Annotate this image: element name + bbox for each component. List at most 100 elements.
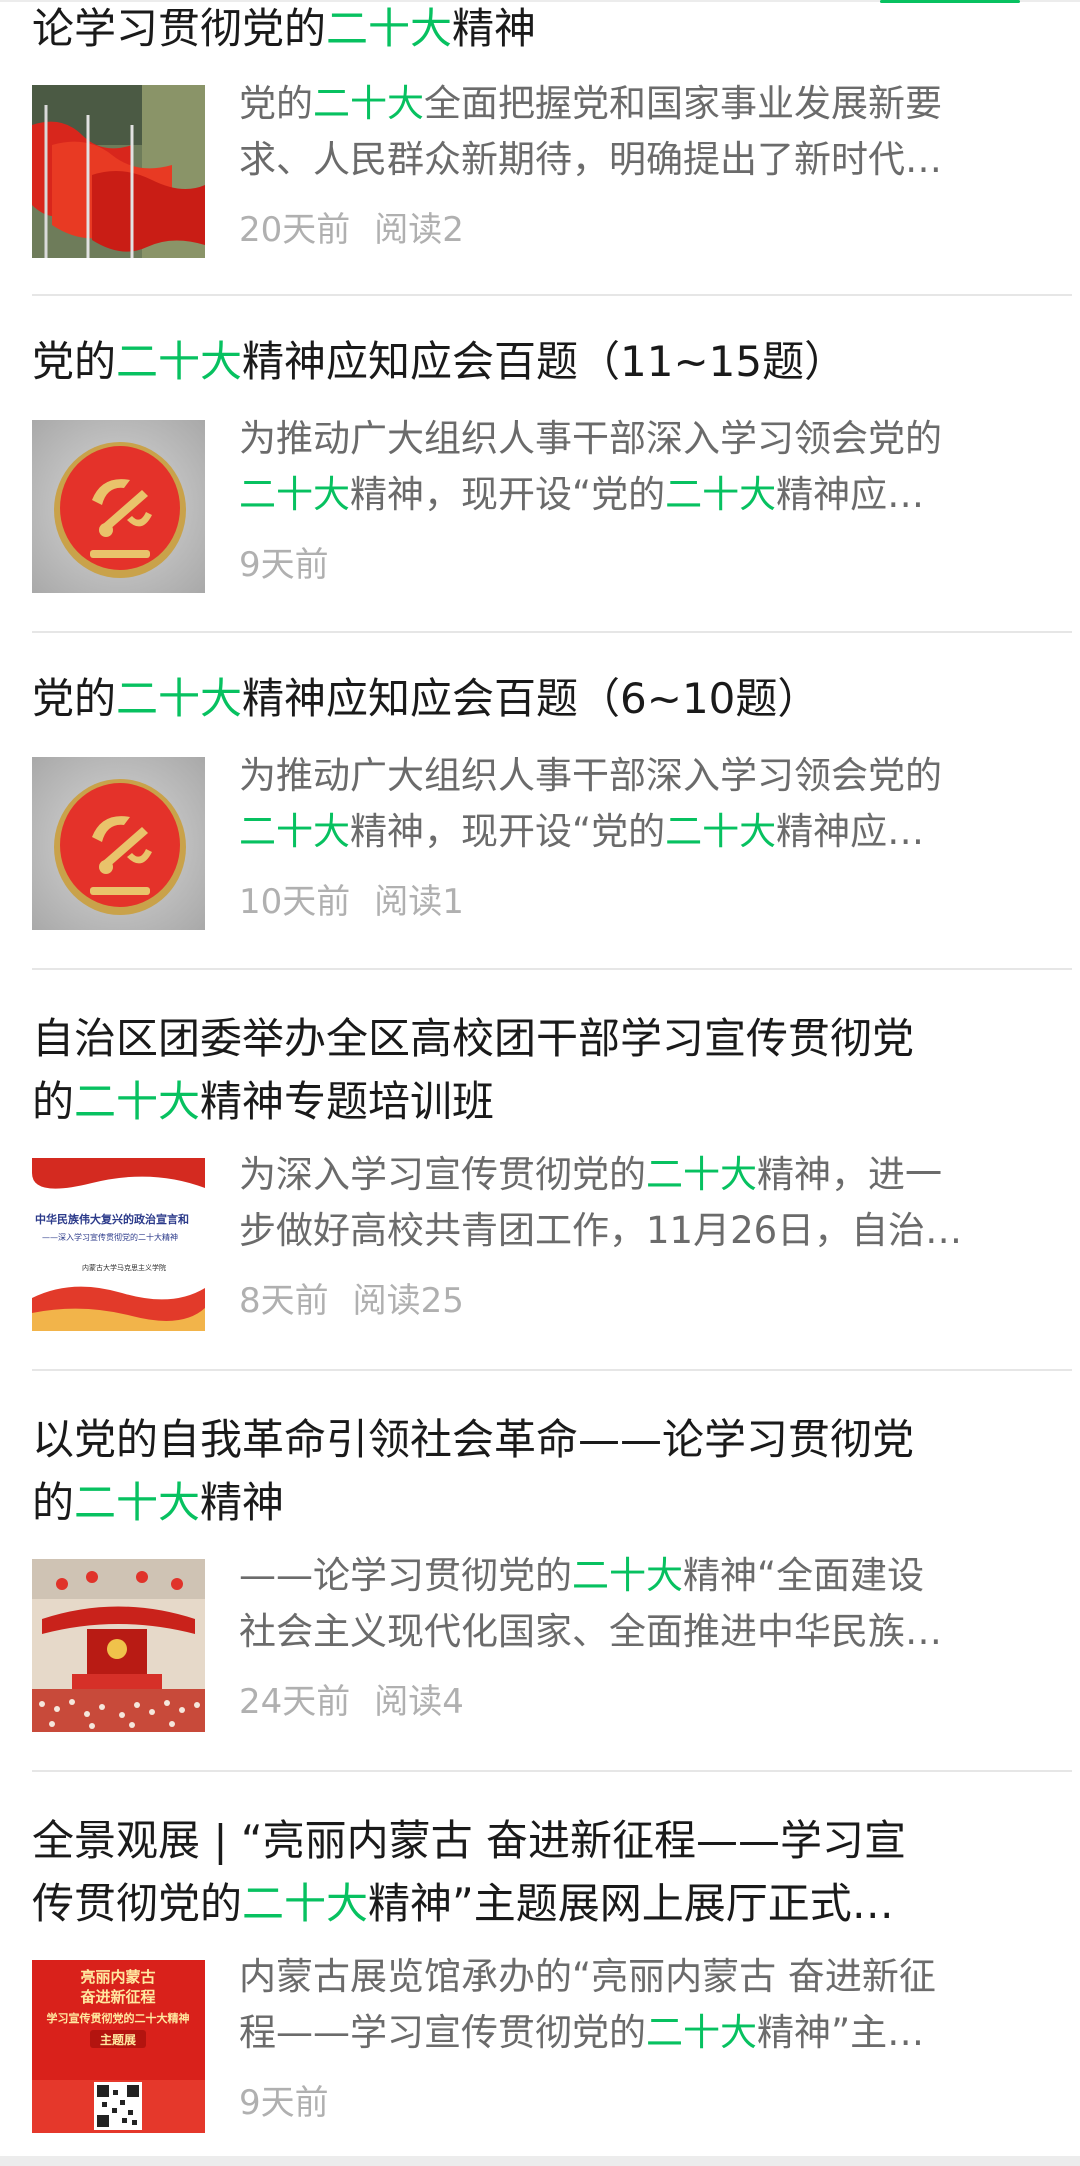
article-reads: 阅读1 (374, 882, 464, 922)
text-segment: 的 (32, 1077, 75, 1126)
keyword-highlight: 二十大 (116, 337, 243, 386)
text-line: 的二十大精神 (32, 1471, 1022, 1534)
text-line: 以党的自我革命引领社会革命——论学习贯彻党 (32, 1408, 1022, 1471)
keyword-highlight: 二十大 (665, 473, 777, 516)
text-line: 为推动广大组织人事干部深入学习领会党的 (239, 411, 1054, 467)
article-time: 9天前 (239, 2083, 329, 2123)
text-line: 内蒙古展览馆承办的“亮丽内蒙古 奋进新征 (239, 1949, 1054, 2005)
article-summary: 内蒙古展览馆承办的“亮丽内蒙古 奋进新征程——学习宣传贯彻党的二十大精神”主… (239, 1949, 1054, 2061)
svg-text:中华民族伟大复兴的政治宣言和: 中华民族伟大复兴的政治宣言和 (35, 1212, 189, 1226)
text-segment: 内蒙古展览馆承办的“亮丽内蒙古 奋进新征 (239, 1955, 936, 1998)
article-title[interactable]: 党的二十大精神应知应会百题（11~15题） (32, 330, 1022, 393)
text-segment: 以党的自我革命引领社会革命——论学习贯彻党 (32, 1415, 915, 1464)
article-meta: 8天前 阅读25 (239, 1276, 464, 1326)
slide-thumbnail[interactable]: 中华民族伟大复兴的政治宣言和 ——深入学习宣传贯彻党的二十大精神 内蒙古大学马克… (32, 1158, 205, 1331)
text-segment: 精神”主题展网上展厅正式… (368, 1879, 894, 1928)
text-segment: 党的 (32, 337, 117, 386)
text-segment: 全景观展 | “亮丽内蒙古 奋进新征程——学习宣 (32, 1816, 906, 1865)
text-segment: 为推动广大组织人事干部深入学习领会党的 (239, 417, 942, 460)
text-line: 论学习贯彻党的二十大精神 (32, 0, 1022, 60)
article-summary: 为深入学习宣传贯彻党的二十大精神，进一步做好高校共青团工作，11月26日，自治… (239, 1147, 1054, 1259)
text-segment: 为推动广大组织人事干部深入学习领会党的 (239, 754, 942, 797)
article-title[interactable]: 论学习贯彻党的二十大精神 (32, 0, 1022, 60)
text-segment: 精神，进一 (757, 1153, 942, 1196)
keyword-highlight: 二十大 (665, 810, 777, 853)
article-item[interactable]: 论学习贯彻党的二十大精神 党的二十大全面把握党和国家事业发展新要 求、人民群众新期… (32, 0, 1072, 290)
text-line: 步做好高校共青团工作，11月26日，自治… (239, 1203, 1054, 1259)
text-segment: 党的 (32, 674, 117, 723)
keyword-highlight: 二十大 (116, 674, 243, 723)
text-segment: 精神，现开设“党的 (350, 810, 666, 853)
article-time: 9天前 (239, 545, 329, 585)
red-flags-thumbnail[interactable] (32, 85, 205, 258)
party-badge-thumbnail[interactable] (32, 757, 205, 930)
text-segment: 精神专题培训班 (200, 1077, 495, 1126)
article-item[interactable]: 自治区团委举办全区高校团干部学习宣传贯彻党 的二十大精神专题培训班 中华民族伟大复… (32, 970, 1072, 1369)
text-line: 二十大精神，现开设“党的二十大精神应… (239, 804, 1054, 860)
article-time: 20天前 (239, 210, 351, 250)
party-badge-thumbnail[interactable] (32, 420, 205, 593)
article-summary: 为推动广大组织人事干部深入学习领会党的二十大精神，现开设“党的二十大精神应… (239, 748, 1054, 860)
text-segment: 党的 (239, 82, 313, 125)
svg-text:主题展: 主题展 (100, 2032, 136, 2047)
article-meta: 9天前 (239, 2078, 353, 2128)
article-summary: 为推动广大组织人事干部深入学习领会党的 二十大精神，现开设“党的二十大精神应… (239, 411, 1054, 523)
text-segment: 精神应知应会百题（6~10题） (242, 674, 820, 723)
text-segment: 传贯彻党的 (32, 1879, 243, 1928)
text-line: 的二十大精神专题培训班 (32, 1070, 1022, 1133)
article-meta: 24天前 阅读4 (239, 1677, 464, 1727)
text-segment: 精神 (452, 4, 537, 53)
keyword-highlight: 二十大 (646, 1153, 757, 1196)
article-title[interactable]: 自治区团委举办全区高校团干部学习宣传贯彻党 的二十大精神专题培训班 (32, 1007, 1022, 1133)
text-line: 传贯彻党的二十大精神”主题展网上展厅正式… (32, 1872, 1022, 1935)
text-segment: 精神应知应会百题（11~15题） (242, 337, 847, 386)
text-line: 社会主义现代化国家、全面推进中华民族… (239, 1604, 1054, 1660)
text-segment: 精神 (200, 1478, 285, 1527)
text-segment: 精神“全面建设 (683, 1554, 925, 1597)
text-line: 党的二十大精神应知应会百题（11~15题） (32, 330, 1022, 393)
svg-text:学习宣传贯彻党的二十大精神: 学习宣传贯彻党的二十大精神 (47, 2011, 190, 2025)
text-segment: 自治区团委举办全区高校团干部学习宣传贯彻党 (32, 1014, 915, 1063)
article-title[interactable]: 全景观展 | “亮丽内蒙古 奋进新征程——学习宣 传贯彻党的二十大精神”主题展网上… (32, 1809, 1022, 1935)
congress-hall-thumbnail[interactable] (32, 1559, 205, 1732)
article-summary: 党的二十大全面把握党和国家事业发展新要求、人民群众新期待，明确提出了新时代… (239, 76, 1054, 188)
article-title[interactable]: 以党的自我革命引领社会革命——论学习贯彻党 的二十大精神 (32, 1408, 1022, 1534)
text-segment: 全面把握党和国家事业发展新要 (424, 82, 942, 125)
article-time: 8天前 (239, 1281, 329, 1321)
article-item[interactable]: 党的二十大精神应知应会百题（6~10题） 为推动广大组织人事干部深入学习领会党的… (32, 633, 1072, 967)
article-summary: ——论学习贯彻党的二十大精神“全面建设 社会主义现代化国家、全面推进中华民族… (239, 1548, 1054, 1660)
text-segment: 步做好高校共青团工作，11月26日，自治… (239, 1209, 963, 1252)
article-time: 24天前 (239, 1682, 351, 1722)
text-line: 程——学习宣传贯彻党的二十大精神”主… (239, 2005, 1054, 2061)
text-segment: 程——学习宣传贯彻党的 (239, 2011, 646, 2054)
article-item[interactable]: 全景观展 | “亮丽内蒙古 奋进新征程——学习宣 传贯彻党的二十大精神”主题展网上… (32, 1772, 1072, 2156)
text-line: 全景观展 | “亮丽内蒙古 奋进新征程——学习宣 (32, 1809, 1022, 1872)
keyword-highlight: 二十大 (572, 1554, 683, 1597)
keyword-highlight: 二十大 (313, 82, 424, 125)
text-segment: ——论学习贯彻党的 (239, 1554, 572, 1597)
text-line: 为推动广大组织人事干部深入学习领会党的 (239, 748, 1054, 804)
svg-text:奋进新征程: 奋进新征程 (79, 1988, 155, 2006)
keyword-highlight: 二十大 (74, 1478, 201, 1527)
text-segment: 求、人民群众新期待，明确提出了新时代… (239, 138, 942, 181)
svg-text:内蒙古大学马克思主义学院: 内蒙古大学马克思主义学院 (82, 1263, 166, 1272)
text-segment: 论学习贯彻党的 (32, 4, 327, 53)
text-line: 为深入学习宣传贯彻党的二十大精神，进一 (239, 1147, 1054, 1203)
article-title[interactable]: 党的二十大精神应知应会百题（6~10题） (32, 667, 1022, 730)
article-reads: 阅读2 (374, 210, 464, 250)
article-item[interactable]: 党的二十大精神应知应会百题（11~15题） 为推动广大组织人事干部深入学习领会党… (32, 296, 1072, 630)
article-item[interactable]: 以党的自我革命引领社会革命——论学习贯彻党 的二十大精神 ——论学习贯彻党的二十… (32, 1371, 1072, 1770)
article-time: 10天前 (239, 882, 351, 922)
keyword-highlight: 二十大 (74, 1077, 201, 1126)
exhibition-poster-thumbnail[interactable]: 亮丽内蒙古 奋进新征程 学习宣传贯彻党的二十大精神 主题展 (32, 1960, 205, 2133)
article-reads: 阅读25 (352, 1281, 464, 1321)
text-segment: 的 (32, 1478, 75, 1527)
keyword-highlight: 二十大 (326, 4, 453, 53)
text-line: ——论学习贯彻党的二十大精神“全面建设 (239, 1548, 1054, 1604)
article-reads: 阅读4 (374, 1682, 464, 1722)
bottom-band (0, 2156, 1080, 2166)
keyword-highlight: 二十大 (242, 1879, 369, 1928)
article-meta: 9天前 (239, 540, 353, 590)
text-line: 自治区团委举办全区高校团干部学习宣传贯彻党 (32, 1007, 1022, 1070)
text-line: 党的二十大精神应知应会百题（6~10题） (32, 667, 1022, 730)
